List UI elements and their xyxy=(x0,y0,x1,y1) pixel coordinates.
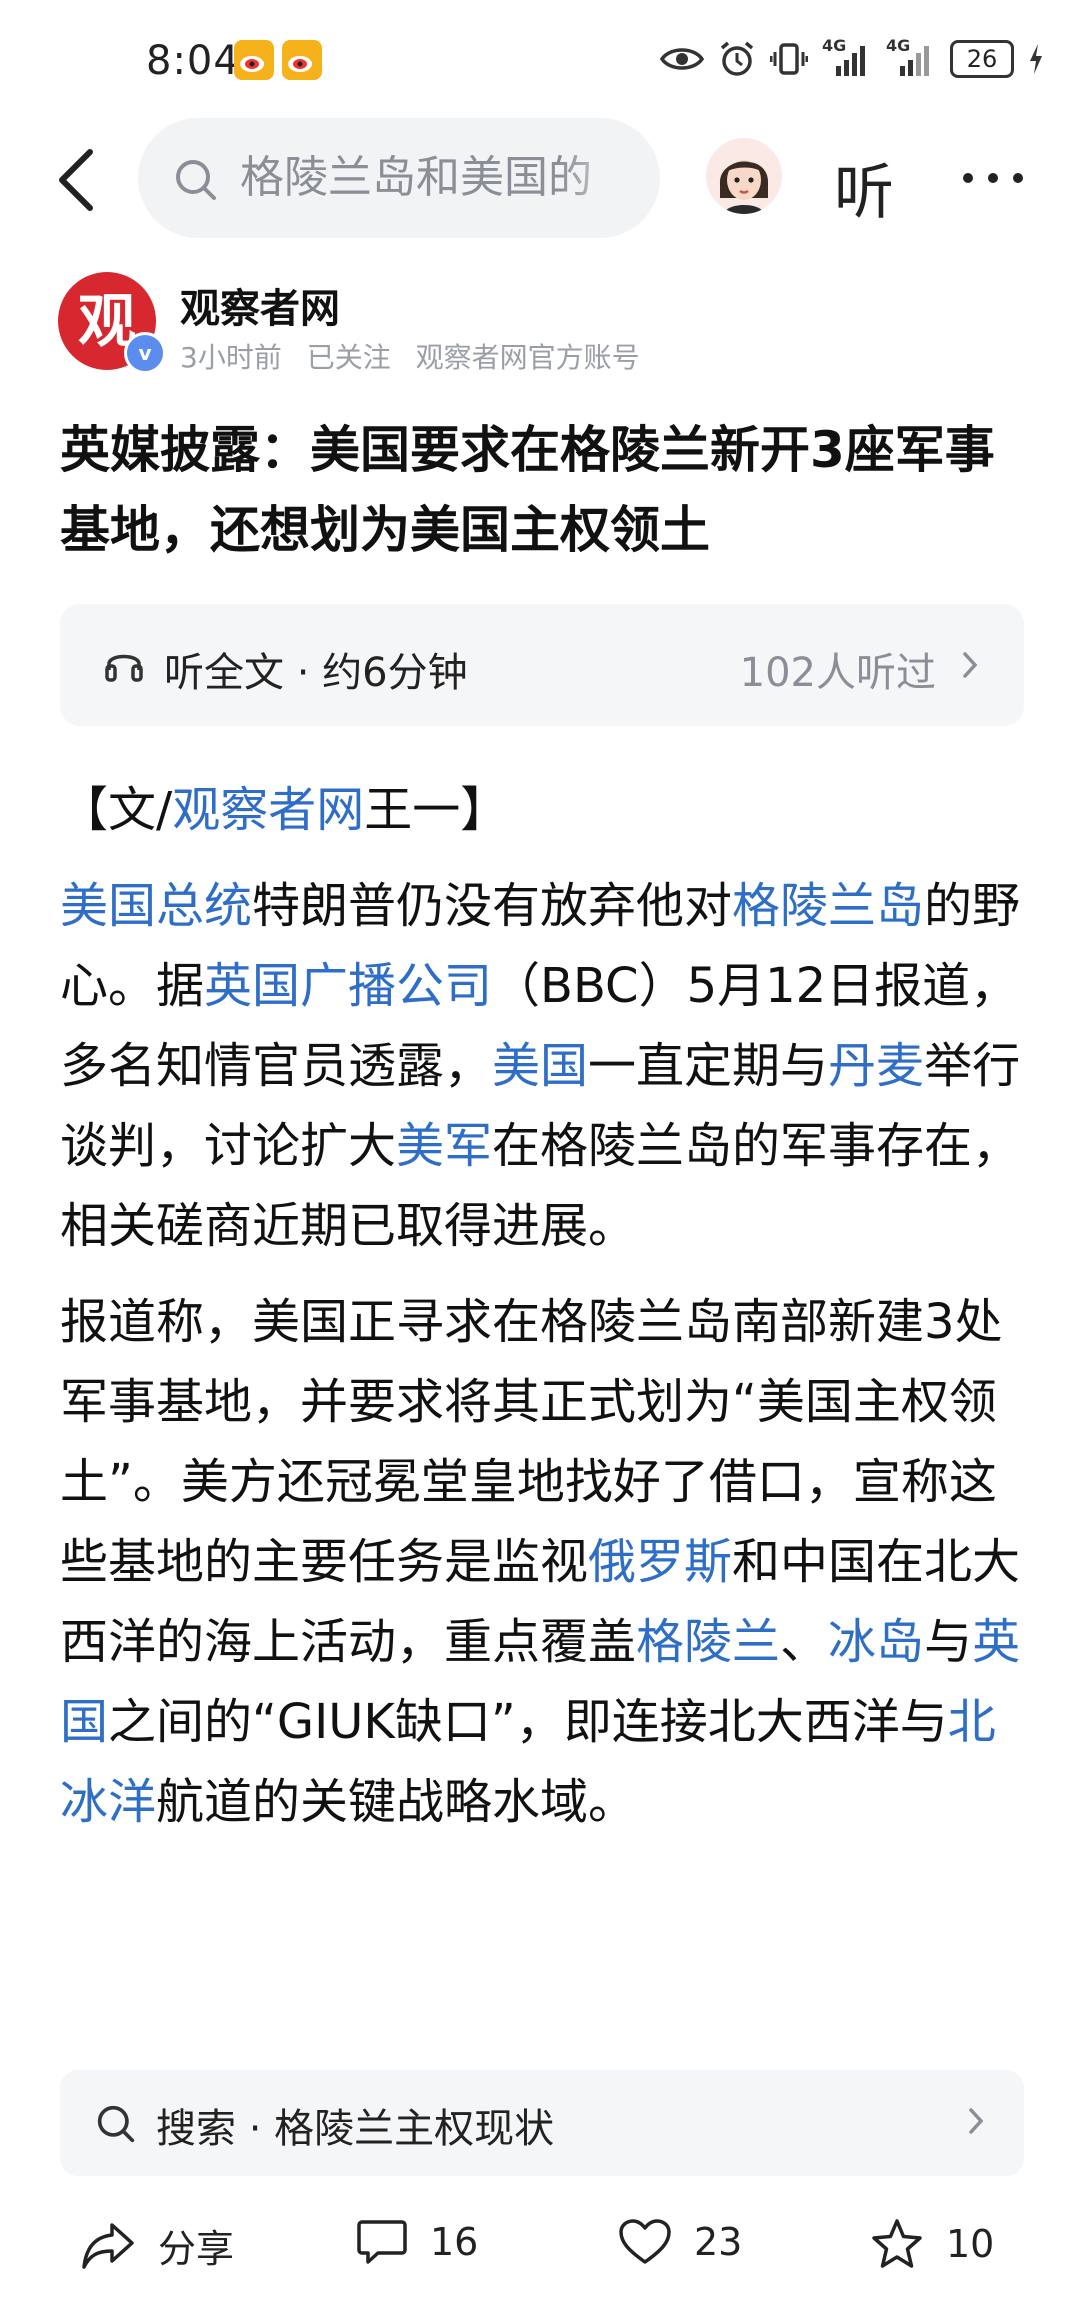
listen-full-text-label: 听全文 · 约6分钟 xyxy=(164,650,468,696)
heart-icon xyxy=(619,2219,671,2264)
related-search-label: 搜索 · 格陵兰主权现状 xyxy=(156,2106,555,2152)
more-options-icon[interactable] xyxy=(958,148,1028,208)
avatar[interactable] xyxy=(706,138,782,214)
link-us-president[interactable]: 美国总统 xyxy=(60,878,252,934)
chevron-right-icon xyxy=(963,652,978,678)
vibrate-icon xyxy=(770,43,808,75)
link-bbc[interactable]: 英国广播公司 xyxy=(204,958,492,1014)
weibo-notification-icon xyxy=(282,40,322,80)
link-usa[interactable]: 美国 xyxy=(492,1038,588,1094)
weibo-notification-icon xyxy=(234,40,274,80)
listener-count: 102人听过 xyxy=(739,650,936,696)
favorite-count: 10 xyxy=(946,2222,995,2266)
search-bar[interactable]: 格陵兰岛和美国的 xyxy=(138,118,660,238)
comment-count: 16 xyxy=(430,2220,479,2264)
alarm-icon xyxy=(720,41,754,76)
link-us-military[interactable]: 美军 xyxy=(396,1118,492,1174)
battery-level: 26 xyxy=(966,45,998,73)
like-button[interactable]: 23 xyxy=(618,2218,742,2266)
link-source[interactable]: 观察者网 xyxy=(172,782,364,838)
account-description: 观察者网官方账号 xyxy=(415,341,640,374)
eye-icon xyxy=(660,48,704,70)
text-span: 一直定期与 xyxy=(588,1038,829,1094)
byline: 【文/观察者网王一】 xyxy=(60,770,1026,850)
text-span: 航道的关键战略水域。 xyxy=(156,1774,637,1830)
listen-button[interactable]: 听 xyxy=(834,144,894,231)
author-header[interactable]: 观 v 观察者网 3小时前 已关注 观察者网官方账号 xyxy=(58,272,1018,382)
signal-icon: 4G xyxy=(822,36,872,78)
status-bar: 8:04 4G 4G 26 xyxy=(0,0,1080,120)
signal-icon: 4G xyxy=(886,36,936,78)
star-icon xyxy=(872,2219,922,2268)
paragraph-2: 报道称，美国正寻求在格陵兰岛南部新建3处军事基地，并要求将其正式划为“美国主权领… xyxy=(60,1282,1026,1842)
share-label: 分享 xyxy=(158,2227,235,2271)
like-count: 23 xyxy=(694,2220,743,2264)
status-time: 8:04 xyxy=(146,38,240,84)
author-name[interactable]: 观察者网 xyxy=(180,276,340,334)
battery-icon: 26 xyxy=(950,40,1014,78)
share-button[interactable]: 分享 xyxy=(80,2218,234,2273)
related-search-chip[interactable]: 搜索 · 格陵兰主权现状 xyxy=(60,2070,1024,2176)
link-greenland[interactable]: 格陵兰 xyxy=(636,1614,780,1670)
text-span: 特朗普仍没有放弃他对 xyxy=(252,878,733,934)
search-icon xyxy=(97,2105,135,2143)
back-arrow-icon[interactable] xyxy=(52,148,102,212)
article-body: 【文/观察者网王一】 美国总统特朗普仍没有放弃他对格陵兰岛的野心。据英国广播公司… xyxy=(60,770,1026,1858)
link-denmark[interactable]: 丹麦 xyxy=(828,1038,924,1094)
avatar-illustration-icon xyxy=(706,138,782,214)
text-span: 、 xyxy=(780,1614,829,1670)
bottom-toolbar: 分享 16 23 10 xyxy=(0,2190,1080,2310)
link-russia[interactable]: 俄罗斯 xyxy=(588,1534,732,1590)
headphones-icon xyxy=(105,654,143,682)
text-span: 之间的“GIUK缺口”，即连接北大西洋与 xyxy=(108,1694,948,1750)
search-icon xyxy=(176,160,216,200)
author-meta: 3小时前 已关注 观察者网官方账号 xyxy=(180,336,656,376)
verified-badge-icon: v xyxy=(124,332,166,374)
search-query-text: 格陵兰岛和美国的 xyxy=(240,152,592,203)
listen-full-text-bar[interactable]: 听全文 · 约6分钟 102人听过 xyxy=(60,604,1024,726)
paragraph-1: 美国总统特朗普仍没有放弃他对格陵兰岛的野心。据英国广播公司（BBC）5月12日报… xyxy=(60,866,1026,1266)
article-title: 英媒披露：美国要求在格陵兰新开3座军事基地，还想划为美国主权领土 xyxy=(60,421,995,559)
byline-open: 【文/ xyxy=(60,782,173,838)
charging-icon xyxy=(1030,44,1042,74)
post-time: 3小时前 xyxy=(180,341,282,374)
favorite-button[interactable]: 10 xyxy=(870,2218,994,2270)
top-nav: 格陵兰岛和美国的 听 xyxy=(0,118,1080,242)
byline-close: 王一】 xyxy=(364,782,509,838)
share-icon xyxy=(82,2222,134,2269)
comment-button[interactable]: 16 xyxy=(356,2218,478,2266)
follow-status[interactable]: 已关注 xyxy=(307,341,391,374)
link-greenland-island[interactable]: 格陵兰岛 xyxy=(732,878,924,934)
link-iceland[interactable]: 冰岛 xyxy=(828,1614,924,1670)
text-span: 与 xyxy=(924,1614,973,1670)
chevron-right-icon xyxy=(969,2108,984,2134)
comment-icon xyxy=(357,2220,407,2264)
